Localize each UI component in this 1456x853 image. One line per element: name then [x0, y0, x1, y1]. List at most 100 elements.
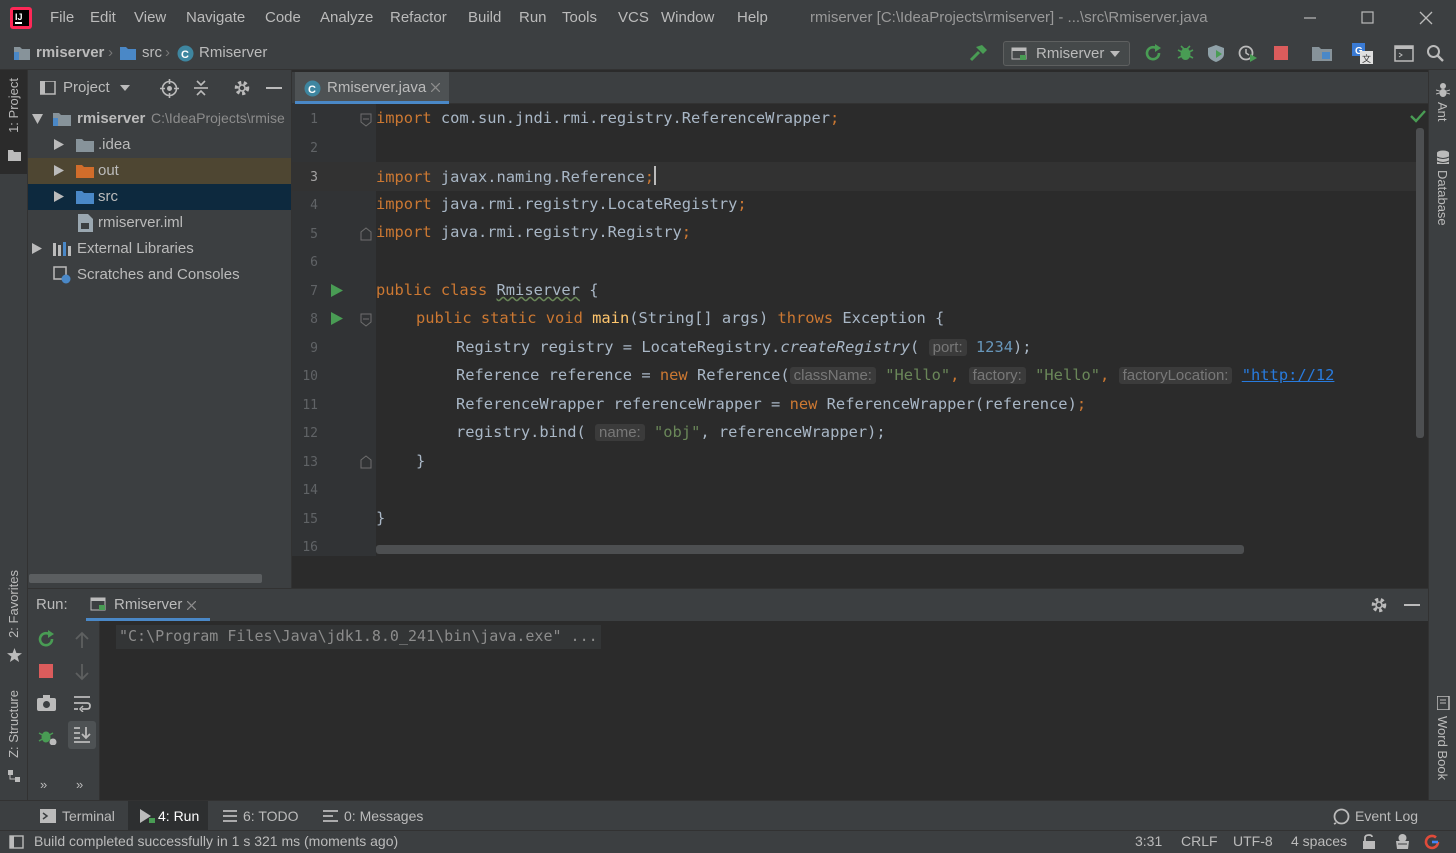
close-tab-icon[interactable] — [187, 601, 196, 610]
tree-node-scratches[interactable]: Scratches and Consoles — [28, 262, 291, 288]
indent-setting[interactable]: 4 spaces — [1291, 833, 1347, 849]
debug-settings-icon[interactable] — [37, 727, 57, 745]
fold-icon[interactable] — [360, 313, 372, 327]
debug-icon[interactable] — [1176, 43, 1195, 62]
rerun-icon[interactable] — [1144, 44, 1163, 63]
google-icon[interactable] — [1424, 834, 1440, 850]
editor-tab-rmiserver[interactable]: C Rmiserver.java — [295, 72, 449, 104]
tree-label: .idea — [98, 136, 131, 153]
collapsed-arrow-icon[interactable] — [54, 165, 64, 176]
console-command-line[interactable]: "C:\Program Files\Java\jdk1.8.0_241\bin\… — [116, 625, 601, 649]
fold-end-icon[interactable] — [360, 227, 372, 241]
collapsed-arrow-icon[interactable] — [54, 139, 64, 150]
run-gutter-icon[interactable] — [331, 312, 343, 325]
inspection-ok-icon[interactable] — [1410, 109, 1426, 123]
run-tool-button[interactable]: 4: Run — [158, 808, 199, 824]
tree-node-idea[interactable]: .idea — [28, 132, 291, 158]
todo-tool-button[interactable]: 6: TODO — [243, 808, 299, 824]
more-actions-icon[interactable]: » — [76, 777, 83, 792]
arrow-down-icon[interactable] — [74, 663, 90, 681]
editor-vertical-scrollbar[interactable] — [1416, 128, 1424, 438]
collapsed-arrow-icon[interactable] — [54, 191, 64, 202]
run-config-selector[interactable]: Rmiserver — [1003, 41, 1130, 66]
url-link[interactable]: "http://12 — [1242, 366, 1335, 384]
param-hint: className: — [789, 367, 876, 384]
project-horizontal-scrollbar[interactable] — [29, 574, 262, 583]
breadcrumb-project[interactable]: rmiserver — [36, 44, 104, 61]
messages-tool-button[interactable]: 0: Messages — [344, 808, 423, 824]
menu-vcs[interactable]: VCS — [618, 9, 649, 26]
editor-horizontal-scrollbar[interactable] — [376, 545, 1244, 554]
menu-help[interactable]: Help — [737, 9, 768, 26]
run-with-coverage-icon[interactable] — [1207, 44, 1226, 63]
menu-refactor[interactable]: Refactor — [390, 9, 447, 26]
maximize-icon[interactable] — [1360, 10, 1376, 26]
tree-node-src[interactable]: src — [28, 184, 291, 210]
terminal-window-icon[interactable] — [1394, 45, 1414, 62]
menu-edit[interactable]: Edit — [90, 9, 116, 26]
breadcrumb-class[interactable]: Rmiserver — [199, 44, 267, 61]
close-tab-icon[interactable] — [431, 83, 440, 92]
menu-run[interactable]: Run — [519, 9, 547, 26]
scroll-to-end-toggle[interactable] — [68, 721, 96, 749]
stop-icon[interactable] — [39, 664, 53, 678]
rerun-icon[interactable] — [37, 630, 56, 649]
tree-node-iml[interactable]: rmiserver.iml — [28, 210, 291, 236]
ant-tool-tab[interactable]: Ant — [1435, 102, 1450, 122]
menu-view[interactable]: View — [134, 9, 166, 26]
menu-navigate[interactable]: Navigate — [186, 9, 245, 26]
tree-node-out[interactable]: out — [28, 158, 291, 184]
line-separator[interactable]: CRLF — [1181, 833, 1218, 849]
project-structure-icon[interactable] — [1312, 45, 1332, 62]
profile-icon[interactable] — [1238, 44, 1258, 63]
stop-icon[interactable] — [1274, 46, 1288, 60]
gear-icon[interactable] — [1370, 596, 1388, 614]
intellij-logo-icon[interactable]: IJ — [10, 7, 32, 29]
translate-icon[interactable]: G文 — [1352, 43, 1374, 64]
collapse-all-icon[interactable] — [192, 79, 210, 98]
menu-file[interactable]: File — [50, 9, 74, 26]
minimize-icon[interactable] — [1302, 10, 1318, 26]
close-window-icon[interactable] — [1418, 10, 1434, 26]
menu-build[interactable]: Build — [468, 9, 501, 26]
run-gutter-icon[interactable] — [331, 284, 343, 297]
collapsed-arrow-icon[interactable] — [32, 243, 42, 254]
project-view-label[interactable]: Project — [63, 79, 110, 96]
hector-icon[interactable] — [1394, 833, 1411, 850]
run-tab-rmiserver[interactable]: Rmiserver — [86, 589, 210, 621]
breadcrumb-src[interactable]: src — [142, 44, 162, 61]
menu-code[interactable]: Code — [265, 9, 301, 26]
camera-icon[interactable] — [37, 695, 56, 711]
hide-panel-icon[interactable] — [266, 87, 282, 90]
fold-end-icon[interactable] — [360, 455, 372, 469]
search-icon[interactable] — [1426, 44, 1445, 63]
chevron-down-icon[interactable] — [120, 85, 130, 91]
terminal-tool-button[interactable]: Terminal — [62, 808, 115, 824]
caret-position[interactable]: 3:31 — [1135, 833, 1162, 849]
tool-windows-toggle-icon[interactable] — [9, 835, 24, 849]
locate-file-icon[interactable] — [160, 79, 179, 98]
menu-tools[interactable]: Tools — [562, 9, 597, 26]
word-book-tool-tab[interactable]: Word Book — [1435, 716, 1450, 780]
hide-panel-icon[interactable] — [1404, 604, 1420, 607]
unlock-icon[interactable] — [1362, 834, 1376, 850]
structure-tool-tab[interactable]: Z: Structure — [6, 690, 21, 758]
file-encoding[interactable]: UTF-8 — [1233, 833, 1273, 849]
event-log-tool-button[interactable]: Event Log — [1355, 808, 1418, 824]
menu-analyze[interactable]: Analyze — [320, 9, 373, 26]
database-tool-tab[interactable]: Database — [1435, 170, 1450, 226]
tree-node-external-libraries[interactable]: External Libraries — [28, 236, 291, 262]
soft-wrap-icon[interactable] — [73, 695, 91, 712]
arrow-up-icon[interactable] — [74, 631, 90, 649]
menu-window[interactable]: Window — [661, 9, 714, 26]
project-tool-tab[interactable]: 1: Project — [6, 78, 21, 133]
title-bar: IJ File Edit View Navigate Code Analyze … — [0, 0, 1456, 36]
status-message[interactable]: Build completed successfully in 1 s 321 … — [34, 833, 398, 849]
gear-icon[interactable] — [233, 79, 251, 97]
fold-icon[interactable] — [360, 113, 372, 127]
favorites-tool-tab[interactable]: 2: Favorites — [6, 570, 21, 638]
tree-node-rmiserver[interactable]: rmiserver C:\IdeaProjects\rmise — [28, 106, 291, 132]
build-hammer-icon[interactable] — [968, 44, 988, 62]
more-actions-icon[interactable]: » — [40, 777, 47, 792]
expanded-arrow-icon[interactable] — [32, 114, 43, 124]
